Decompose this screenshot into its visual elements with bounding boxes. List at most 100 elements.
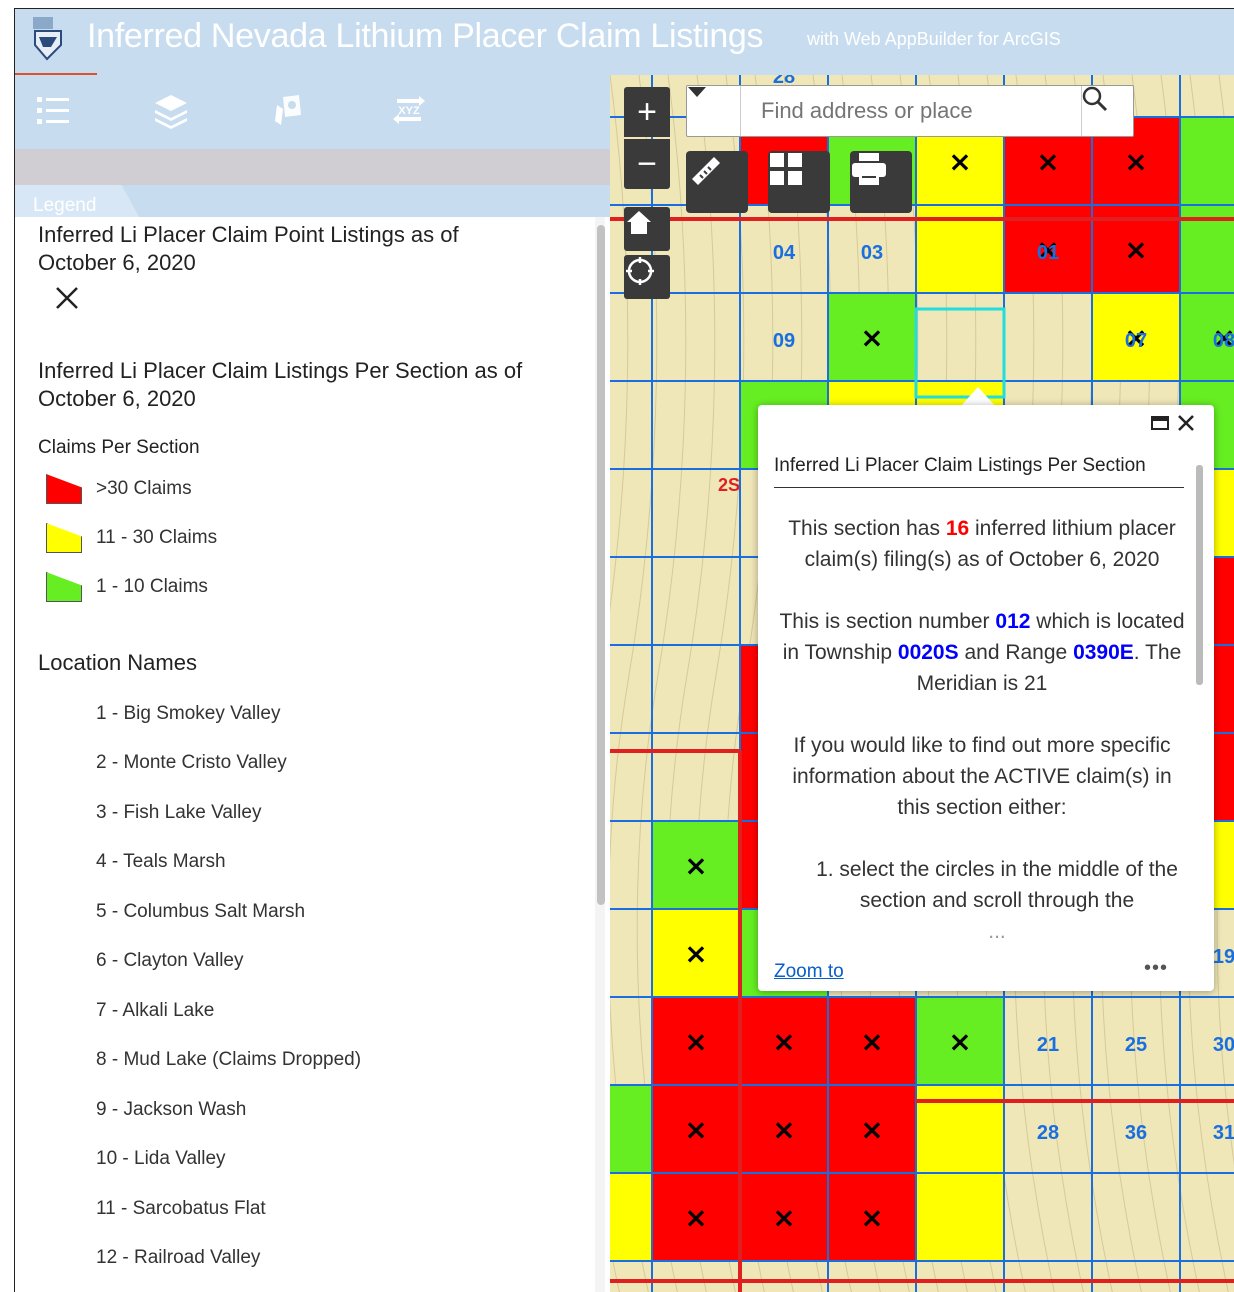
section-label: 21	[1037, 1034, 1059, 1056]
legend-class-row: 1 - 10 Claims	[46, 569, 208, 605]
section-layer-title: Inferred Li Placer Claim Listings Per Se…	[38, 358, 523, 411]
section-number: 012	[995, 610, 1031, 633]
claim-point-marker[interactable]: ×	[684, 1025, 707, 1058]
locate-icon	[626, 257, 654, 285]
print-button[interactable]	[850, 151, 912, 213]
popup-scrollbar[interactable]	[1196, 465, 1203, 685]
claims-count: 16	[945, 517, 970, 540]
locate-button[interactable]	[624, 255, 670, 299]
section-label: 09	[773, 330, 795, 352]
search-widget	[686, 85, 1134, 137]
location-item: 11 - Sarcobatus Flat	[96, 1198, 266, 1219]
claim-point-symbol-icon	[52, 283, 82, 313]
claim-section[interactable]	[610, 1172, 653, 1262]
maximize-icon	[1151, 416, 1169, 430]
maximize-button[interactable]	[1150, 413, 1170, 433]
claim-point-marker[interactable]: ×	[860, 321, 883, 354]
popup-title: Inferred Li Placer Claim Listings Per Se…	[774, 455, 1184, 488]
printer-icon	[852, 153, 886, 185]
location-item: 3 - Fish Lake Valley	[96, 802, 262, 823]
search-button[interactable]	[1081, 86, 1133, 136]
legend-class-row: >30 Claims	[46, 471, 192, 507]
location-item: 8 - Mud Lake (Claims Dropped)	[96, 1049, 362, 1070]
section-label: 25	[1125, 1034, 1147, 1056]
info-popup: Inferred Li Placer Claim Listings Per Se…	[758, 405, 1214, 991]
panel-separator	[15, 149, 610, 185]
text-fragment: ...	[988, 920, 1006, 943]
layers-icon[interactable]	[149, 89, 193, 133]
location-item: 1 - Big Smokey Valley	[96, 703, 281, 724]
claim-point-marker[interactable]: ×	[1036, 145, 1059, 178]
legend-list-icon[interactable]	[31, 89, 75, 133]
claim-point-marker[interactable]: ×	[684, 1201, 707, 1234]
panel-tab-strip: Legend	[15, 185, 610, 217]
svg-text:XYZ: XYZ	[398, 105, 420, 117]
ruler-icon	[692, 157, 720, 185]
class-label: 1 - 10 Claims	[96, 576, 208, 597]
section-label: 08	[1213, 330, 1234, 352]
location-item: 4 - Teals Marsh	[96, 851, 226, 872]
locations-title: Location Names	[38, 650, 197, 675]
location-item: 5 - Columbus Salt Marsh	[96, 901, 306, 922]
tab-legend[interactable]: Legend	[15, 185, 139, 217]
field-label: Claims Per Section	[38, 437, 200, 458]
home-button[interactable]	[624, 207, 670, 251]
claim-point-marker[interactable]: ×	[860, 1113, 883, 1146]
claim-section[interactable]	[610, 1084, 653, 1174]
claim-point-marker[interactable]: ×	[684, 1113, 707, 1146]
zoom-out-button[interactable]: −	[624, 139, 670, 189]
side-panel: XYZ Legend Inferred Li Placer Claim Poin…	[15, 75, 610, 1292]
grid-icon	[770, 153, 802, 185]
search-icon	[1082, 86, 1108, 112]
app-header: Inferred Nevada Lithium Placer Claim Lis…	[15, 9, 1234, 75]
claim-point-marker[interactable]: ×	[684, 937, 707, 970]
popup-pointer	[960, 387, 996, 407]
location-item: 12 - Railroad Valley	[96, 1247, 261, 1268]
section-label: 01	[1037, 242, 1059, 264]
claim-point-marker[interactable]: ×	[1124, 233, 1147, 266]
text-fragment: This section has	[788, 517, 946, 540]
map-view[interactable]: ××××××××××××××××××××××××××××××××××280403…	[610, 75, 1234, 1292]
claim-section[interactable]	[915, 1084, 1005, 1174]
location-item: 9 - Jackson Wash	[96, 1099, 247, 1120]
section-label: 07	[1125, 330, 1147, 352]
location-item: 6 - Clayton Valley	[96, 950, 244, 971]
claim-point-marker[interactable]: ×	[772, 1025, 795, 1058]
home-icon	[627, 211, 651, 234]
claim-section[interactable]	[915, 1172, 1005, 1262]
zoom-to-link[interactable]: Zoom to	[774, 961, 844, 983]
class-label: >30 Claims	[96, 478, 192, 499]
popup-info-text: If you would like to find out more speci…	[792, 734, 1172, 819]
claim-point-marker[interactable]: ×	[1124, 145, 1147, 178]
claim-point-marker[interactable]: ×	[860, 1201, 883, 1234]
location-item: 2 - Monte Cristo Valley	[96, 752, 287, 773]
basemap-gallery-button[interactable]	[768, 151, 830, 213]
point-layer-title: Inferred Li Placer Claim Point Listings …	[38, 222, 459, 275]
close-button[interactable]	[1176, 413, 1196, 433]
query-map-icon[interactable]	[267, 89, 311, 133]
xyz-coordinates-icon[interactable]: XYZ	[387, 89, 431, 133]
search-source-dropdown[interactable]	[687, 86, 741, 136]
claim-section[interactable]	[1179, 116, 1234, 206]
green-class-swatch	[46, 572, 82, 602]
location-item: 7 - Alkali Lake	[96, 1000, 215, 1021]
claim-point-marker[interactable]: ×	[684, 849, 707, 882]
more-actions-button[interactable]: •••	[1144, 957, 1168, 980]
close-icon	[1178, 415, 1194, 431]
location-item: 10 - Lida Valley	[96, 1148, 226, 1169]
claim-point-marker[interactable]: ×	[772, 1113, 795, 1146]
section-label: 19	[1213, 946, 1234, 968]
text-fragment: This is section number	[779, 610, 996, 633]
yellow-class-swatch	[46, 523, 82, 553]
zoom-in-button[interactable]: +	[624, 87, 670, 137]
measure-button[interactable]	[686, 151, 748, 213]
claim-point-marker[interactable]: ×	[860, 1025, 883, 1058]
legend-scrollbar-thumb[interactable]	[597, 225, 605, 905]
claim-point-marker[interactable]: ×	[948, 1025, 971, 1058]
tab-legend-label: Legend	[33, 195, 97, 216]
township-label: 2S	[718, 475, 740, 495]
claim-point-marker[interactable]: ×	[772, 1201, 795, 1234]
claim-point-marker[interactable]: ×	[948, 145, 971, 178]
search-input[interactable]	[743, 86, 1079, 136]
nevada-logo-icon	[31, 15, 67, 63]
